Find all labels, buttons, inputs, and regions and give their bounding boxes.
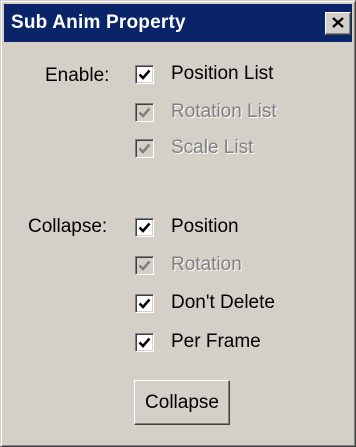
checkbox-box[interactable]	[135, 218, 154, 237]
close-icon	[332, 17, 344, 28]
checkmark-icon	[138, 337, 151, 348]
collapse-button[interactable]: Collapse	[134, 380, 230, 425]
checkmark-icon	[138, 69, 151, 80]
collapse-label: Collapse:	[28, 216, 108, 237]
enable-label: Enable:	[45, 65, 110, 86]
checkbox-box	[135, 256, 154, 275]
checkmark-icon	[138, 222, 151, 233]
checkmark-icon	[138, 298, 151, 309]
position-label: Position	[171, 216, 239, 237]
scale-list-label: Scale List	[171, 137, 254, 158]
title-bar[interactable]: Sub Anim Property	[4, 4, 352, 42]
dialog-title: Sub Anim Property	[11, 12, 186, 33]
checkbox-box	[135, 103, 154, 122]
close-button[interactable]	[325, 12, 351, 35]
checkmark-icon	[138, 107, 151, 118]
position-list-label: Position List	[171, 63, 274, 84]
rotation-list-label: Rotation List	[171, 101, 277, 122]
checkbox-box[interactable]	[135, 65, 154, 84]
checkbox-box[interactable]	[135, 294, 154, 313]
per-frame-label: Per Frame	[171, 331, 261, 352]
checkbox-box	[135, 139, 154, 158]
checkmark-icon	[138, 260, 151, 271]
checkmark-icon	[138, 143, 151, 154]
dont-delete-label: Don't Delete	[171, 292, 275, 313]
sub-anim-property-dialog: Sub Anim Property Enable: Position List …	[0, 0, 356, 447]
rotation-label: Rotation	[171, 254, 242, 275]
checkbox-box[interactable]	[135, 333, 154, 352]
